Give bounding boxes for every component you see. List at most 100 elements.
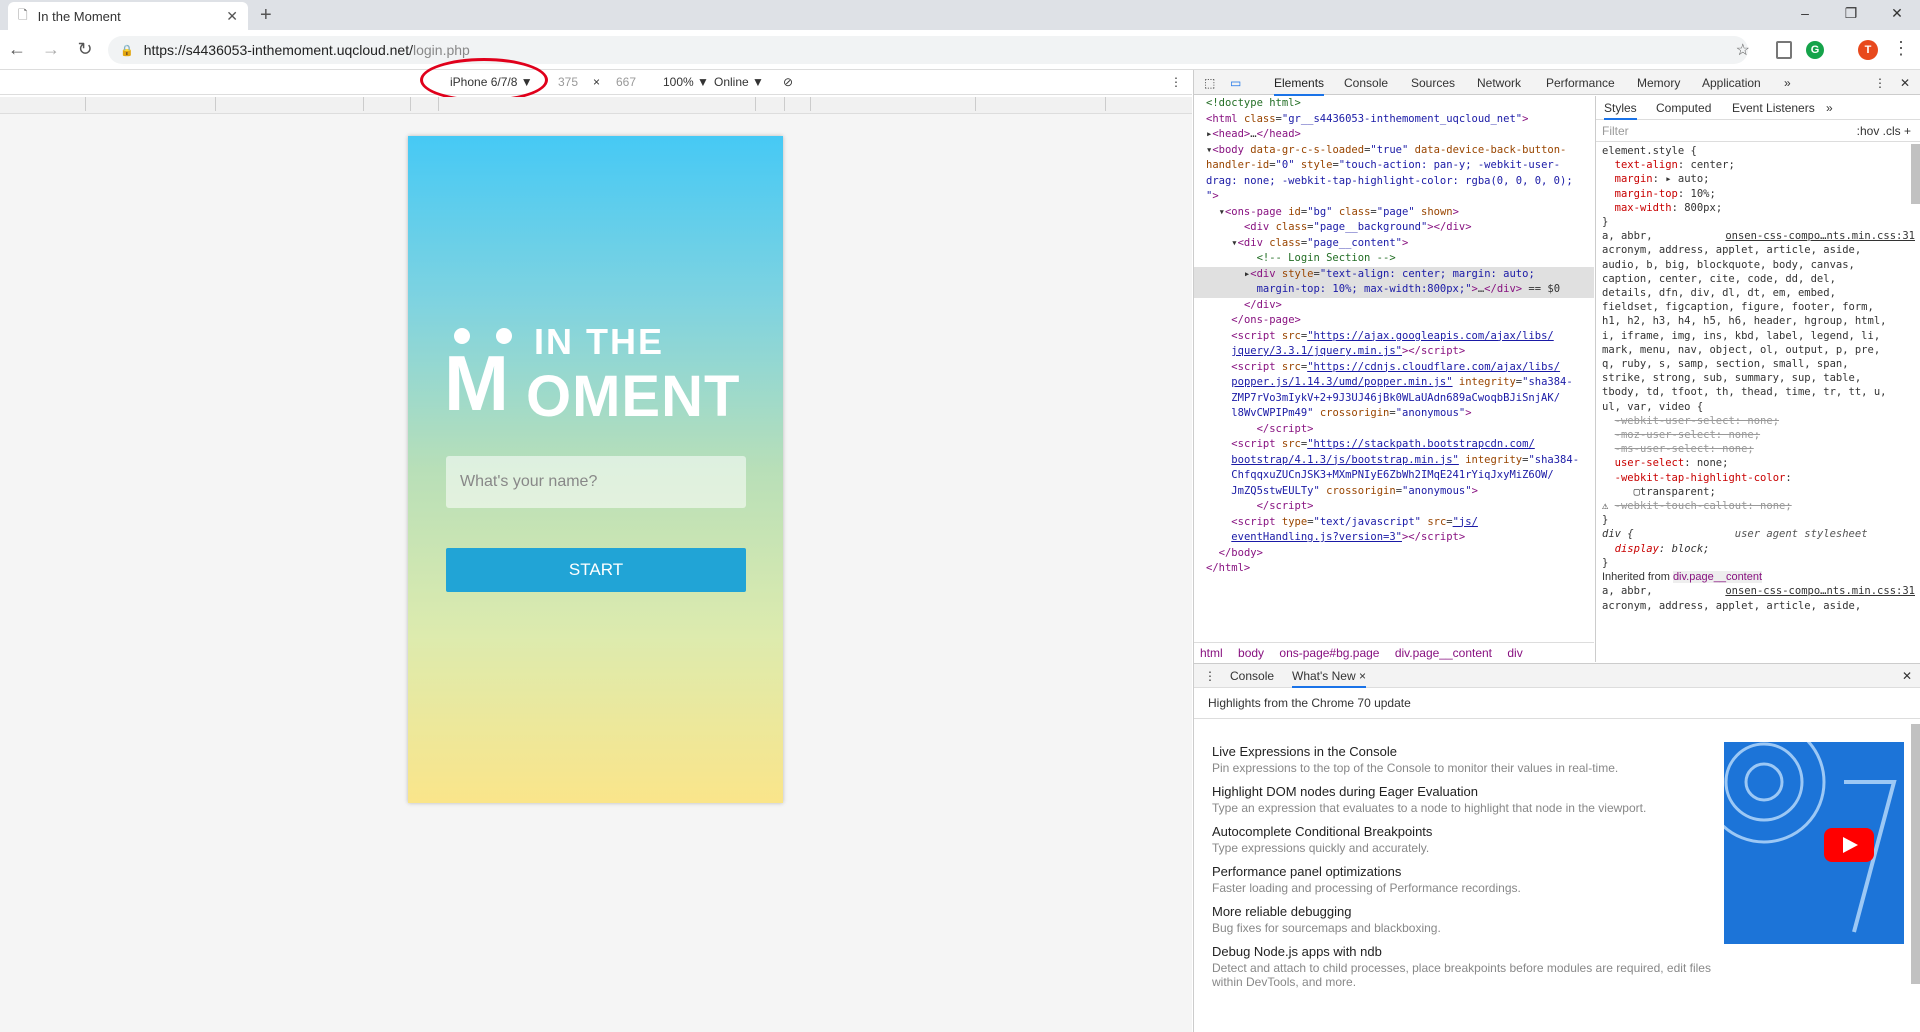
dom-line: <div class="page__background"></div> xyxy=(1243,221,1472,233)
close-tab-icon[interactable]: ✕ xyxy=(226,8,238,25)
breadcrumb-item[interactable]: ons-page#bg.page xyxy=(1279,646,1379,660)
drawer-menu-icon[interactable]: ⋮ xyxy=(1204,669,1216,683)
close-devtools-icon[interactable]: ✕ xyxy=(1900,76,1910,90)
grammarly-icon[interactable]: G xyxy=(1806,41,1824,59)
tab-network[interactable]: Network xyxy=(1477,76,1521,90)
dom-line: <script src="https://stackpath.bootstrap… xyxy=(1231,438,1535,450)
tab-event-listeners[interactable]: Event Listeners xyxy=(1732,101,1815,115)
breadcrumb-item[interactable]: body xyxy=(1238,646,1264,660)
close-window-icon[interactable]: ✕ xyxy=(1874,0,1920,30)
name-input[interactable] xyxy=(446,456,746,508)
reload-icon[interactable]: ↻ xyxy=(68,39,102,60)
lock-icon: 🔒 xyxy=(120,44,134,57)
inspect-element-icon[interactable]: ⬚ xyxy=(1204,76,1215,90)
drawer-scrollbar[interactable] xyxy=(1911,724,1920,984)
close-drawer-icon[interactable]: ✕ xyxy=(1902,669,1912,683)
tab-console[interactable]: Console xyxy=(1344,76,1388,90)
elements-tree[interactable]: <!doctype html> <html class="gr__s443605… xyxy=(1194,96,1594,658)
login-page: IN THE M OMENT START xyxy=(408,136,783,803)
dom-line: ChfqqxuZUCnJSK3+MXmPNIyE6ZbWh2IMqE241rYi… xyxy=(1231,469,1554,481)
dom-line: <!-- Login Section --> xyxy=(1206,252,1396,264)
browser-tab[interactable]: 🗋 In the Moment ✕ xyxy=(8,2,248,30)
new-tab-button[interactable]: + xyxy=(260,4,272,27)
dom-line: ▸<head>…</head> xyxy=(1206,128,1301,140)
dom-line: JmZQ5stwEULTy" crossorigin="anonymous"> xyxy=(1231,484,1478,497)
news-item[interactable]: Autocomplete Conditional Breakpoints Type… xyxy=(1212,824,1712,855)
inherited-class[interactable]: div.page__content xyxy=(1672,571,1763,584)
profile-avatar[interactable]: T xyxy=(1858,40,1878,60)
tab-memory[interactable]: Memory xyxy=(1637,76,1680,90)
video-artwork xyxy=(1724,742,1897,933)
network-throttle-select[interactable]: Online ▼ xyxy=(714,75,764,89)
tab-elements[interactable]: Elements xyxy=(1274,76,1325,96)
dom-line: handler-id="0" style="touch-action: pan-… xyxy=(1206,159,1561,171)
browser-menu-icon[interactable]: ⋮ xyxy=(1892,38,1910,59)
news-desc: Bug fixes for sourcemaps and blackboxing… xyxy=(1212,921,1441,935)
address-bar[interactable]: 🔒 https://s4436053-inthemoment.uqcloud.n… xyxy=(108,36,1748,64)
dom-line: ▾<div class="page__content"> xyxy=(1206,236,1409,249)
more-style-tabs-icon[interactable]: » xyxy=(1826,101,1833,115)
news-item[interactable]: Performance panel optimizations Faster lo… xyxy=(1212,864,1712,895)
chrome-70-video-thumbnail[interactable] xyxy=(1724,742,1904,944)
tab-title: In the Moment xyxy=(37,8,121,24)
forward-icon[interactable]: → xyxy=(34,39,68,60)
news-desc: Type expressions quickly and accurately. xyxy=(1212,841,1430,855)
tab-sources[interactable]: Sources xyxy=(1411,76,1455,90)
device-width[interactable]: 375 xyxy=(558,75,578,89)
tab-performance[interactable]: Performance xyxy=(1546,76,1615,90)
news-desc: Detect and attach to child processes, pl… xyxy=(1212,961,1711,989)
news-item[interactable]: Debug Node.js apps with ndb Detect and at… xyxy=(1212,944,1712,989)
in-the-moment-logo: IN THE M OMENT xyxy=(444,321,744,436)
whats-new-list: Live Expressions in the Console Pin expre… xyxy=(1212,744,1712,998)
styles-rules[interactable]: element.style { text-align: center; marg… xyxy=(1596,142,1920,615)
drawer-tab-console[interactable]: Console xyxy=(1230,669,1274,683)
tab-application[interactable]: Application xyxy=(1702,76,1761,90)
news-title: Performance panel optimizations xyxy=(1212,864,1402,879)
news-desc: Pin expressions to the top of the Consol… xyxy=(1212,761,1619,775)
dom-line: l8WvCWPIPm49" crossorigin="anonymous"> xyxy=(1231,407,1472,419)
breadcrumb-item[interactable]: div.page__content xyxy=(1395,646,1492,660)
back-icon[interactable]: ← xyxy=(0,39,34,60)
minimize-icon[interactable]: – xyxy=(1782,0,1828,30)
news-item[interactable]: Highlight DOM nodes during Eager Evaluat… xyxy=(1212,784,1712,815)
more-tabs-icon[interactable]: » xyxy=(1784,76,1791,90)
device-toggle-icon[interactable]: ▭ xyxy=(1230,76,1241,90)
news-desc: Faster loading and processing of Perform… xyxy=(1212,881,1521,895)
bookmark-star-icon[interactable]: ☆ xyxy=(1736,40,1750,60)
zoom-select[interactable]: 100% ▼ xyxy=(663,75,709,89)
url-text: https://s4436053-inthemoment.uqcloud.net… xyxy=(144,42,470,58)
dom-line-selected[interactable]: ▸<div style="text-align: center; margin:… xyxy=(1194,266,1594,282)
dimension-separator: × xyxy=(593,75,601,89)
device-options-icon[interactable]: ⋮ xyxy=(1170,75,1182,89)
device-toolbar: iPhone 6/7/8 ▼ 375 × 667 100% ▼ Online ▼… xyxy=(0,70,1192,95)
filter-actions[interactable]: :hov .cls + xyxy=(1857,124,1911,138)
rotate-icon[interactable]: ⊘ xyxy=(783,75,793,89)
breadcrumb-item[interactable]: div xyxy=(1507,646,1522,660)
device-height[interactable]: 667 xyxy=(616,75,636,89)
drawer-tab-whats-new[interactable]: What's New × xyxy=(1292,669,1366,688)
start-button[interactable]: START xyxy=(446,548,746,592)
news-title: Debug Node.js apps with ndb xyxy=(1212,944,1382,959)
url-host: https://s4436053-inthemoment.uqcloud.net… xyxy=(143,42,413,58)
tab-styles[interactable]: Styles xyxy=(1604,101,1637,120)
dom-line: <script src="https://ajax.googleapis.com… xyxy=(1231,329,1554,342)
breadcrumb-item[interactable]: html xyxy=(1200,646,1223,660)
news-title: Highlight DOM nodes during Eager Evaluat… xyxy=(1212,784,1478,799)
devtools-panel: ⬚ ▭ Elements Console Sources Network Per… xyxy=(1193,70,1920,1032)
news-item[interactable]: More reliable debugging Bug fixes for sou… xyxy=(1212,904,1712,935)
restore-icon[interactable]: ❐ xyxy=(1828,0,1874,30)
styles-scrollbar[interactable] xyxy=(1911,144,1920,204)
extension-icon[interactable] xyxy=(1776,41,1792,59)
devtools-drawer: ⋮ Console What's New × ✕ Highlights from… xyxy=(1194,663,1920,1032)
styles-tabbar: Styles Computed Event Listeners » xyxy=(1596,96,1920,120)
tab-computed[interactable]: Computed xyxy=(1656,101,1711,115)
inherited-from-text: Inherited from xyxy=(1602,571,1670,584)
url-path: login.php xyxy=(413,42,470,58)
styles-filter[interactable]: Filter :hov .cls + xyxy=(1596,120,1920,142)
devtools-menu-icon[interactable]: ⋮ xyxy=(1874,76,1886,90)
dom-line: </script> xyxy=(1256,422,1314,435)
dom-line-selected[interactable]: margin-top: 10%; max-width:800px;">…</di… xyxy=(1194,282,1594,298)
youtube-play-icon[interactable] xyxy=(1824,828,1874,862)
news-item[interactable]: Live Expressions in the Console Pin expre… xyxy=(1212,744,1712,775)
dom-line: ▾<body data-gr-c-s-loaded="true" data-de… xyxy=(1206,143,1567,156)
